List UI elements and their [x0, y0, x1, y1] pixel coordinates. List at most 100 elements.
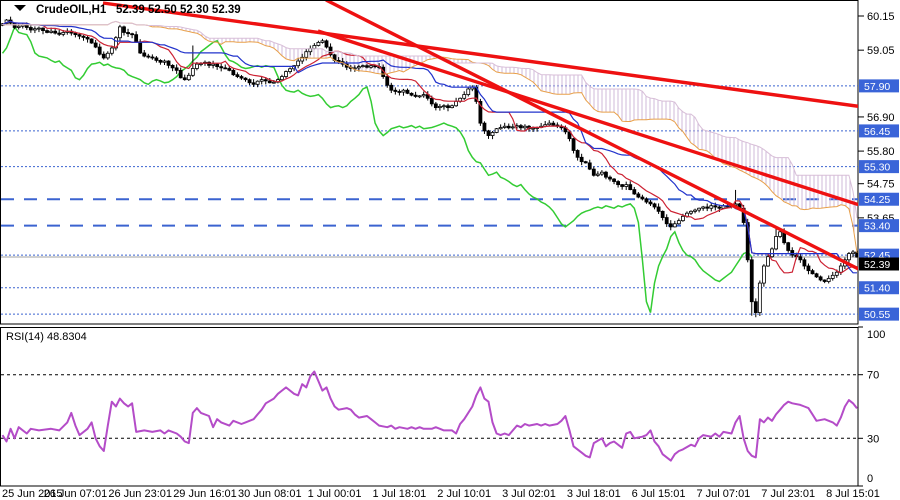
time-axis-label: 6 Jul 15:01 — [632, 488, 686, 500]
price-axis[interactable]: 60.1559.0556.9055.8054.7553.6557.9056.45… — [858, 11, 899, 321]
candle-body — [447, 106, 450, 108]
candle-body — [171, 65, 174, 67]
candle-body — [17, 26, 20, 27]
candle-body — [191, 68, 194, 75]
chart-title-ohlc: 52.39 52.50 52.30 52.39 — [116, 4, 241, 16]
candle-body — [78, 35, 81, 37]
candle-body — [244, 78, 247, 80]
candle-body — [123, 27, 126, 33]
candle-body — [155, 58, 158, 60]
candle-body — [491, 132, 494, 135]
candle-body — [766, 257, 769, 266]
price-level-badge-label: 56.45 — [864, 126, 890, 138]
candle-body — [702, 207, 705, 208]
candle-body — [580, 157, 583, 161]
candle-body — [775, 236, 778, 248]
candle-body — [224, 68, 227, 69]
candle-body — [698, 208, 701, 210]
candle-body — [297, 61, 300, 66]
candle-body — [653, 204, 656, 207]
time-axis-label: 26 Jun 23:01 — [108, 488, 172, 500]
candle-body — [706, 207, 709, 208]
candle-body — [511, 127, 514, 128]
candle-body — [572, 139, 575, 151]
candle-body — [325, 41, 328, 47]
candle-body — [507, 126, 510, 128]
candle-body — [831, 275, 834, 278]
rsi-scale-label: 0 — [867, 473, 873, 485]
candle-body — [503, 126, 506, 127]
price-axis-label: 56.90 — [867, 112, 895, 124]
candle-body — [434, 104, 437, 108]
candle-body — [847, 254, 850, 260]
candle-body — [187, 75, 190, 79]
candle-body — [617, 182, 620, 185]
candle-body — [264, 80, 267, 81]
rsi-scale[interactable]: 10070300 — [858, 327, 885, 486]
price-level-badge-label: 57.90 — [864, 81, 890, 93]
candle-body — [633, 190, 636, 194]
candle-body — [621, 185, 624, 187]
candle-body — [62, 32, 65, 34]
candle-body — [25, 25, 28, 27]
candle-body — [280, 77, 283, 80]
candle-body — [463, 95, 466, 99]
candle-body — [212, 64, 215, 65]
candle-body — [394, 90, 397, 91]
time-axis-label: 7 Jul 07:01 — [696, 488, 750, 500]
candle-body — [386, 77, 389, 86]
candle-body — [317, 42, 320, 45]
candle-body — [228, 68, 231, 70]
candle-body — [779, 232, 782, 237]
candle-body — [552, 123, 555, 125]
candle-body — [637, 194, 640, 197]
time-axis-label: 8 Jul 15:01 — [826, 488, 880, 500]
candle-body — [750, 260, 753, 302]
candle-body — [414, 95, 417, 96]
candle-body — [159, 60, 162, 62]
candle-body — [390, 85, 393, 90]
price-axis-label: 55.80 — [867, 146, 895, 158]
candle-body — [406, 90, 409, 93]
time-axis[interactable]: 25 Jun 201526 Jun 07:0126 Jun 23:0129 Ju… — [2, 488, 880, 500]
candle-body — [131, 34, 134, 35]
candle-body — [649, 202, 652, 204]
candle-body — [523, 126, 526, 128]
candle-body — [467, 89, 470, 95]
candle-body — [102, 54, 105, 58]
candle-body — [216, 64, 219, 66]
candle-body — [163, 61, 166, 62]
candle-body — [135, 35, 138, 42]
candle-body — [361, 66, 364, 67]
candle-body — [127, 32, 130, 33]
time-axis-label: 1 Jul 18:01 — [372, 488, 426, 500]
candle-body — [147, 56, 150, 57]
candle-body — [42, 28, 45, 30]
candle-body — [50, 31, 53, 32]
candle-body — [710, 206, 713, 208]
candle-body — [827, 278, 830, 281]
chart-title-symbol: CrudeOIL,H1 — [36, 4, 107, 16]
price-level-badge-label: 54.25 — [864, 194, 890, 206]
candle-body — [548, 123, 551, 125]
candle-body — [398, 91, 401, 92]
candle-body — [37, 28, 40, 29]
candle-body — [260, 80, 263, 82]
candle-body — [438, 106, 441, 107]
current-price-badge-label: 52.39 — [864, 259, 890, 271]
candle-body — [236, 75, 239, 77]
candle-body — [811, 271, 814, 274]
candle-body — [418, 96, 421, 97]
candle-body — [289, 69, 292, 72]
candle-body — [82, 36, 85, 37]
candle-body — [256, 81, 259, 84]
price-level-badge-label: 55.30 — [864, 162, 890, 174]
candle-body — [240, 77, 243, 79]
candle-body — [665, 218, 668, 224]
candle-body — [576, 150, 579, 157]
candle-body — [195, 64, 198, 68]
candle-body — [807, 266, 810, 271]
candle-body — [613, 179, 616, 181]
price-level-badge-label: 53.40 — [864, 221, 890, 233]
time-axis-label: 2 Jul 10:01 — [437, 488, 491, 500]
